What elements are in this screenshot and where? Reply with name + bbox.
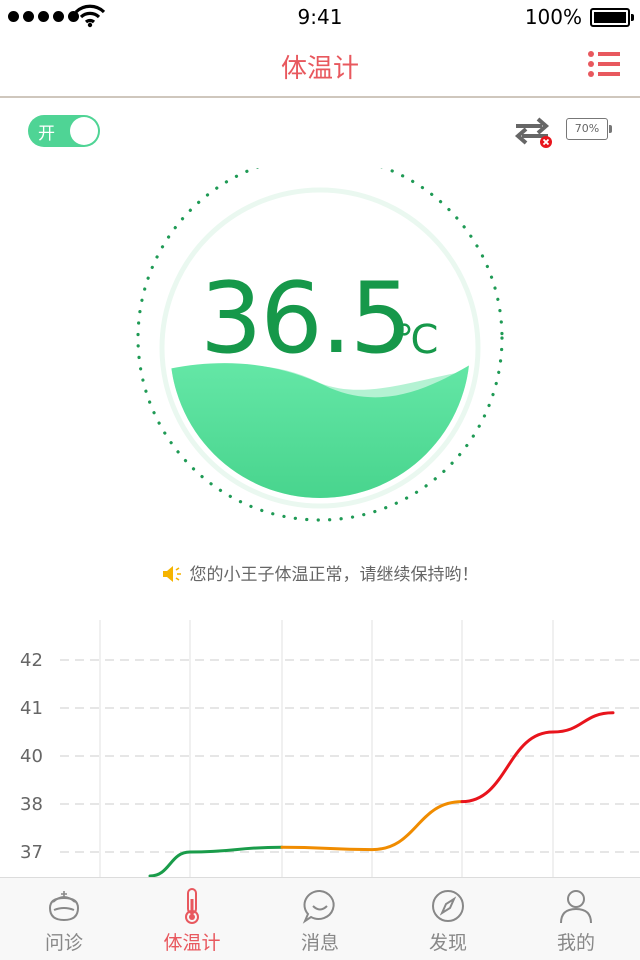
power-toggle[interactable]: 开 xyxy=(28,115,100,147)
series-line-segment-3 xyxy=(460,711,615,804)
battery-icon xyxy=(590,8,634,27)
notice-text: 您的小王子体温正常，请继续保持哟！ xyxy=(189,565,479,585)
tab-bar: 问诊 体温计 消息 发现 我的 xyxy=(0,877,640,960)
y-tick-label: 38 xyxy=(20,794,43,815)
compass-icon xyxy=(432,890,464,922)
list-menu-icon[interactable] xyxy=(588,50,620,78)
tab-thermometer[interactable]: 体温计 xyxy=(128,878,256,960)
battery-percent: 100% xyxy=(524,5,582,29)
status-notice: 您的小王子体温正常，请继续保持哟！ xyxy=(0,560,640,585)
y-tick-label: 40 xyxy=(20,746,43,767)
nav-bar: 体温计 xyxy=(0,34,640,98)
toggle-knob xyxy=(70,117,98,145)
toggle-label: 开 xyxy=(38,124,55,144)
temperature-unit: ℃ xyxy=(394,317,439,363)
person-icon xyxy=(560,890,592,924)
tab-consult[interactable]: 问诊 xyxy=(0,878,128,960)
speaker-icon xyxy=(162,566,181,582)
tab-label: 体温计 xyxy=(163,932,221,954)
message-icon xyxy=(302,889,335,924)
temperature-chart xyxy=(60,620,640,880)
tab-label: 发现 xyxy=(428,932,467,954)
y-tick-label: 37 xyxy=(20,842,43,863)
tab-label: 我的 xyxy=(556,932,595,954)
tab-discover[interactable]: 发现 xyxy=(384,878,512,960)
tab-label: 问诊 xyxy=(44,932,83,954)
chart-vertical-grid xyxy=(99,620,554,880)
page-title: 体温计 xyxy=(280,54,359,84)
status-bar: 9:41 100% xyxy=(0,0,640,34)
doctor-icon xyxy=(48,891,80,922)
tab-label: 消息 xyxy=(300,932,339,954)
tab-messages[interactable]: 消息 xyxy=(256,878,384,960)
thermometer-icon xyxy=(185,888,199,924)
y-tick-label: 41 xyxy=(20,698,43,719)
temperature-value: 36.5 xyxy=(200,262,412,376)
y-tick-label: 42 xyxy=(20,650,43,671)
tab-me[interactable]: 我的 xyxy=(512,878,640,960)
sync-disconnected-icon[interactable] xyxy=(512,114,554,150)
device-battery: 70% xyxy=(566,118,612,140)
